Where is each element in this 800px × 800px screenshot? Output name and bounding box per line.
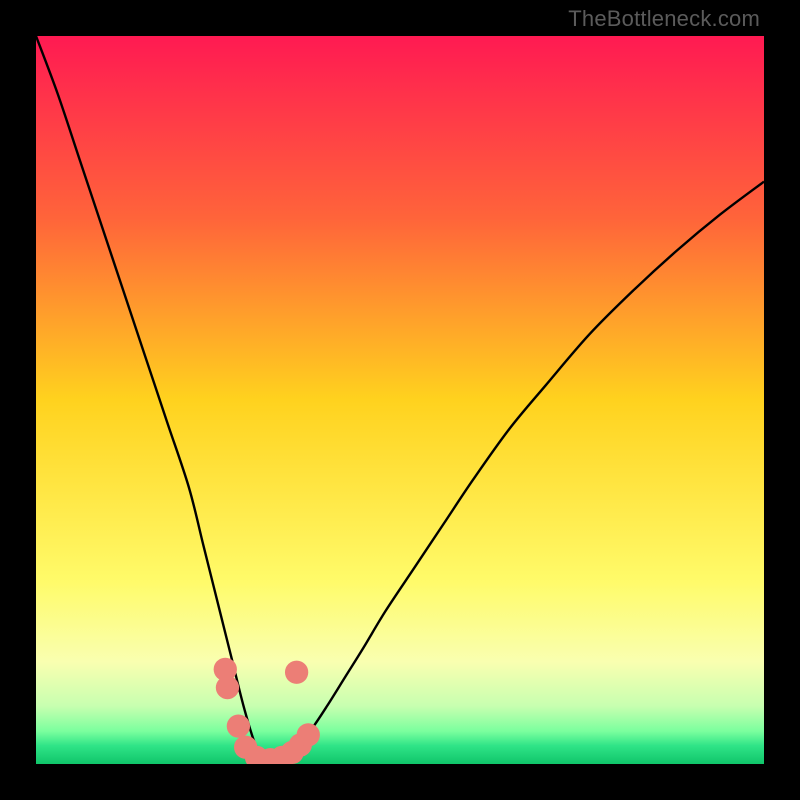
marker-point	[227, 714, 250, 737]
marker-point	[297, 723, 320, 746]
marker-point	[285, 661, 308, 684]
watermark-text: TheBottleneck.com	[568, 6, 760, 32]
chart-plot-area	[36, 36, 764, 764]
chart-svg	[36, 36, 764, 764]
chart-background-gradient	[36, 36, 764, 764]
marker-point	[216, 676, 239, 699]
